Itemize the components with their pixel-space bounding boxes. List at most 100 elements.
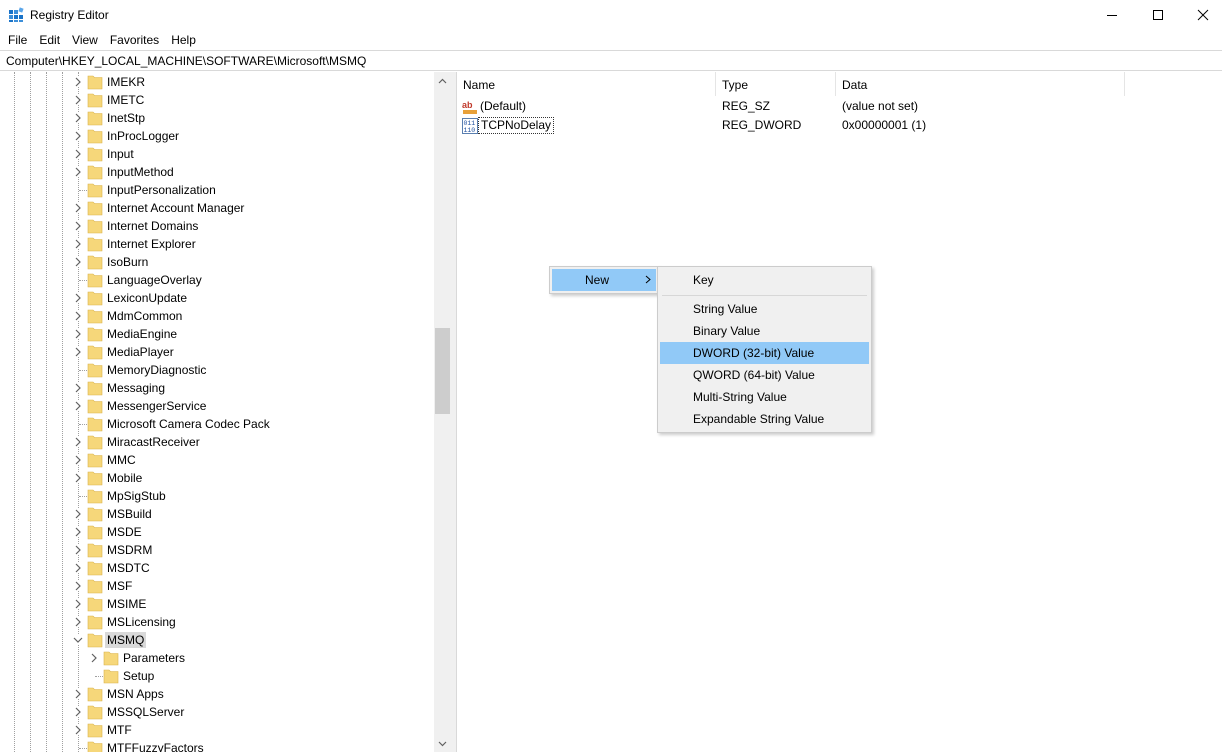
submenu-item-binary-value[interactable]: Binary Value: [660, 320, 869, 342]
tree-item[interactable]: MdmCommon: [0, 307, 432, 325]
tree-item[interactable]: MSF: [0, 577, 432, 595]
chevron-right-icon[interactable]: [73, 455, 83, 465]
tree-item[interactable]: MSDRM: [0, 541, 432, 559]
folder-icon: [87, 597, 103, 612]
tree-item[interactable]: MediaPlayer: [0, 343, 432, 361]
chevron-right-icon[interactable]: [73, 113, 83, 123]
tree-scrollbar[interactable]: [434, 72, 451, 752]
tree-item[interactable]: LexiconUpdate: [0, 289, 432, 307]
tree-item[interactable]: MediaEngine: [0, 325, 432, 343]
chevron-right-icon[interactable]: [73, 347, 83, 357]
tree-item[interactable]: IMEKR: [0, 73, 432, 91]
tree-item[interactable]: MSIME: [0, 595, 432, 613]
tree-item[interactable]: Internet Domains: [0, 217, 432, 235]
tree-item[interactable]: MTFFuzzyFactors: [0, 739, 432, 752]
value-row[interactable]: 011 110 TCPNoDelay REG_DWORD 0x00000001 …: [457, 116, 1157, 135]
tree-item[interactable]: MSSQLServer: [0, 703, 432, 721]
tree-item[interactable]: MiracastReceiver: [0, 433, 432, 451]
chevron-right-icon[interactable]: [73, 563, 83, 573]
tree-item[interactable]: MSN Apps: [0, 685, 432, 703]
chevron-right-icon[interactable]: [73, 509, 83, 519]
chevron-right-icon[interactable]: [73, 401, 83, 411]
tree-item[interactable]: Internet Account Manager: [0, 199, 432, 217]
tree-item[interactable]: Internet Explorer: [0, 235, 432, 253]
chevron-right-icon[interactable]: [73, 77, 83, 87]
tree-item[interactable]: MessengerService: [0, 397, 432, 415]
chevron-right-icon[interactable]: [73, 581, 83, 591]
address-path[interactable]: Computer\HKEY_LOCAL_MACHINE\SOFTWARE\Mic…: [6, 54, 366, 68]
tree-item[interactable]: InputMethod: [0, 163, 432, 181]
chevron-right-icon[interactable]: [73, 311, 83, 321]
menu-favorites[interactable]: Favorites: [104, 30, 165, 50]
menu-file[interactable]: File: [2, 30, 33, 50]
submenu-item-dword-value[interactable]: DWORD (32-bit) Value: [660, 342, 869, 364]
submenu-item-multi-string-value[interactable]: Multi-String Value: [660, 386, 869, 408]
minimize-button[interactable]: [1089, 0, 1135, 30]
close-button[interactable]: [1180, 0, 1222, 30]
scroll-down-button[interactable]: [434, 735, 451, 752]
chevron-right-icon[interactable]: [73, 167, 83, 177]
value-row[interactable]: ab (Default) REG_SZ (value not set): [457, 97, 1157, 116]
chevron-right-icon[interactable]: [73, 707, 83, 717]
chevron-right-icon[interactable]: [73, 545, 83, 555]
tree-item[interactable]: MSDTC: [0, 559, 432, 577]
tree-item-label: IsoBurn: [107, 255, 149, 269]
chevron-right-icon[interactable]: [73, 95, 83, 105]
chevron-down-icon[interactable]: [73, 635, 83, 645]
chevron-right-icon[interactable]: [73, 437, 83, 447]
tree-item[interactable]: InputPersonalization: [0, 181, 432, 199]
tree-item[interactable]: MSLicensing: [0, 613, 432, 631]
submenu-item-string-value[interactable]: String Value: [660, 298, 869, 320]
tree-item[interactable]: Microsoft Camera Codec Pack: [0, 415, 432, 433]
tree-item[interactable]: MSDE: [0, 523, 432, 541]
scroll-up-button[interactable]: [434, 72, 451, 89]
tree-item[interactable]: MSMQ: [0, 631, 432, 649]
chevron-right-icon[interactable]: [73, 689, 83, 699]
submenu-item-label: QWORD (64-bit) Value: [693, 368, 815, 382]
address-bar[interactable]: Computer\HKEY_LOCAL_MACHINE\SOFTWARE\Mic…: [0, 50, 1222, 71]
chevron-right-icon[interactable]: [73, 527, 83, 537]
submenu-item-qword-value[interactable]: QWORD (64-bit) Value: [660, 364, 869, 386]
tree-item[interactable]: MemoryDiagnostic: [0, 361, 432, 379]
column-header-type[interactable]: Type: [716, 72, 836, 96]
tree-item[interactable]: IMETC: [0, 91, 432, 109]
tree-item[interactable]: InProcLogger: [0, 127, 432, 145]
tree-item[interactable]: Messaging: [0, 379, 432, 397]
menu-item-new[interactable]: New: [552, 269, 656, 291]
chevron-right-icon[interactable]: [73, 473, 83, 483]
chevron-right-icon[interactable]: [73, 383, 83, 393]
chevron-right-icon[interactable]: [73, 257, 83, 267]
chevron-right-icon[interactable]: [73, 617, 83, 627]
tree-item[interactable]: Input: [0, 145, 432, 163]
scroll-thumb[interactable]: [435, 328, 450, 414]
tree-item[interactable]: Setup: [0, 667, 432, 685]
chevron-right-icon[interactable]: [89, 653, 99, 663]
menu-edit[interactable]: Edit: [33, 30, 66, 50]
maximize-button[interactable]: [1135, 0, 1181, 30]
chevron-right-icon[interactable]: [73, 599, 83, 609]
regedit-icon: [8, 7, 24, 23]
chevron-right-icon[interactable]: [73, 329, 83, 339]
chevron-right-icon[interactable]: [73, 239, 83, 249]
chevron-right-icon[interactable]: [73, 149, 83, 159]
tree-item[interactable]: MTF: [0, 721, 432, 739]
tree-item[interactable]: InetStp: [0, 109, 432, 127]
column-header-name[interactable]: Name: [457, 72, 716, 96]
chevron-right-icon[interactable]: [73, 293, 83, 303]
tree-item[interactable]: IsoBurn: [0, 253, 432, 271]
tree-item[interactable]: Mobile: [0, 469, 432, 487]
tree-item[interactable]: MpSigStub: [0, 487, 432, 505]
menu-help[interactable]: Help: [165, 30, 202, 50]
menu-view[interactable]: View: [66, 30, 104, 50]
submenu-item-key[interactable]: Key: [660, 269, 869, 291]
submenu-item-expandable-string-value[interactable]: Expandable String Value: [660, 408, 869, 430]
chevron-right-icon[interactable]: [73, 203, 83, 213]
tree-item[interactable]: MMC: [0, 451, 432, 469]
column-header-data[interactable]: Data: [836, 72, 1125, 96]
tree-item[interactable]: LanguageOverlay: [0, 271, 432, 289]
chevron-right-icon[interactable]: [73, 221, 83, 231]
tree-item[interactable]: Parameters: [0, 649, 432, 667]
chevron-right-icon[interactable]: [73, 725, 83, 735]
tree-item[interactable]: MSBuild: [0, 505, 432, 523]
chevron-right-icon[interactable]: [73, 131, 83, 141]
